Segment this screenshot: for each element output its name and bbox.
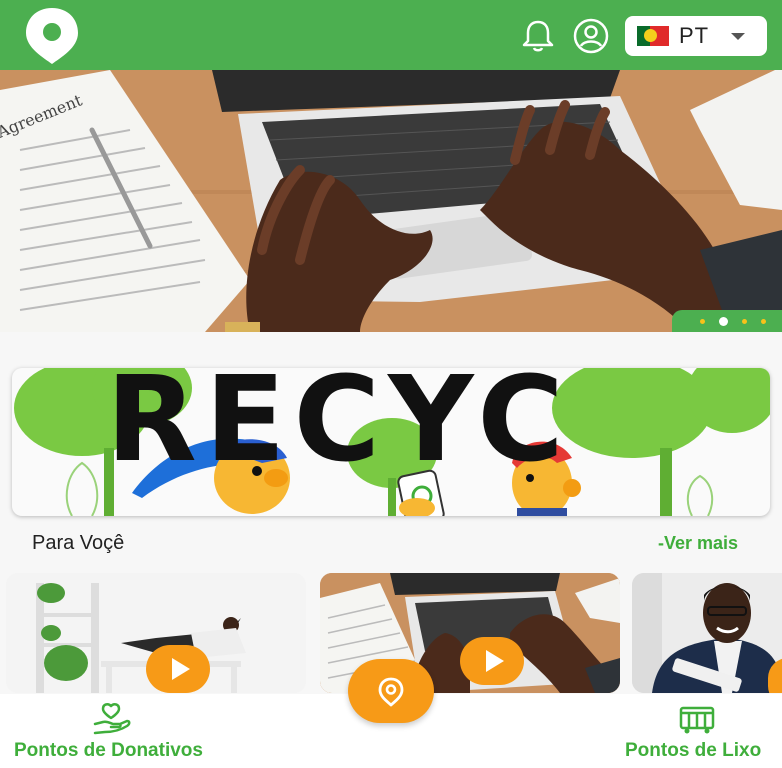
donation-hand-icon[interactable] [93, 702, 133, 736]
user-circle-icon[interactable] [572, 17, 610, 55]
nav-waste-points[interactable]: Pontos de Lixo [625, 740, 761, 762]
carousel-dot[interactable] [761, 318, 766, 324]
nav-donation-points[interactable]: Pontos de Donativos [14, 740, 203, 762]
play-button[interactable] [460, 637, 524, 685]
video-card[interactable] [6, 573, 306, 693]
play-button[interactable] [146, 645, 210, 693]
app-header: PT [0, 0, 782, 70]
map-pin-logo-icon[interactable] [22, 6, 82, 66]
carousel-dot-active[interactable] [719, 316, 728, 326]
carousel-indicators[interactable] [672, 310, 782, 332]
banner-title: RECYC [106, 368, 572, 488]
map-fab-button[interactable] [348, 659, 434, 723]
video-thumbnail [632, 573, 782, 693]
language-code: PT [679, 23, 710, 48]
section-title: Para Voçê [32, 532, 125, 554]
play-icon [485, 650, 504, 672]
hero-image: Agreement [0, 70, 782, 332]
carousel-dot[interactable] [700, 318, 705, 324]
trash-container-icon[interactable] [678, 702, 716, 734]
bell-icon[interactable] [519, 17, 557, 55]
recycle-banner[interactable]: RECYC [12, 368, 770, 516]
language-selector[interactable]: PT [625, 16, 767, 56]
portugal-flag-icon [637, 26, 669, 46]
carousel-dot[interactable] [742, 318, 747, 324]
hero-carousel[interactable]: Agreement [0, 70, 782, 332]
video-card[interactable] [632, 573, 782, 693]
play-icon [171, 658, 190, 680]
see-more-link[interactable]: -Ver mais [658, 533, 738, 554]
map-pin-icon [378, 677, 404, 707]
caret-down-icon [731, 33, 745, 40]
